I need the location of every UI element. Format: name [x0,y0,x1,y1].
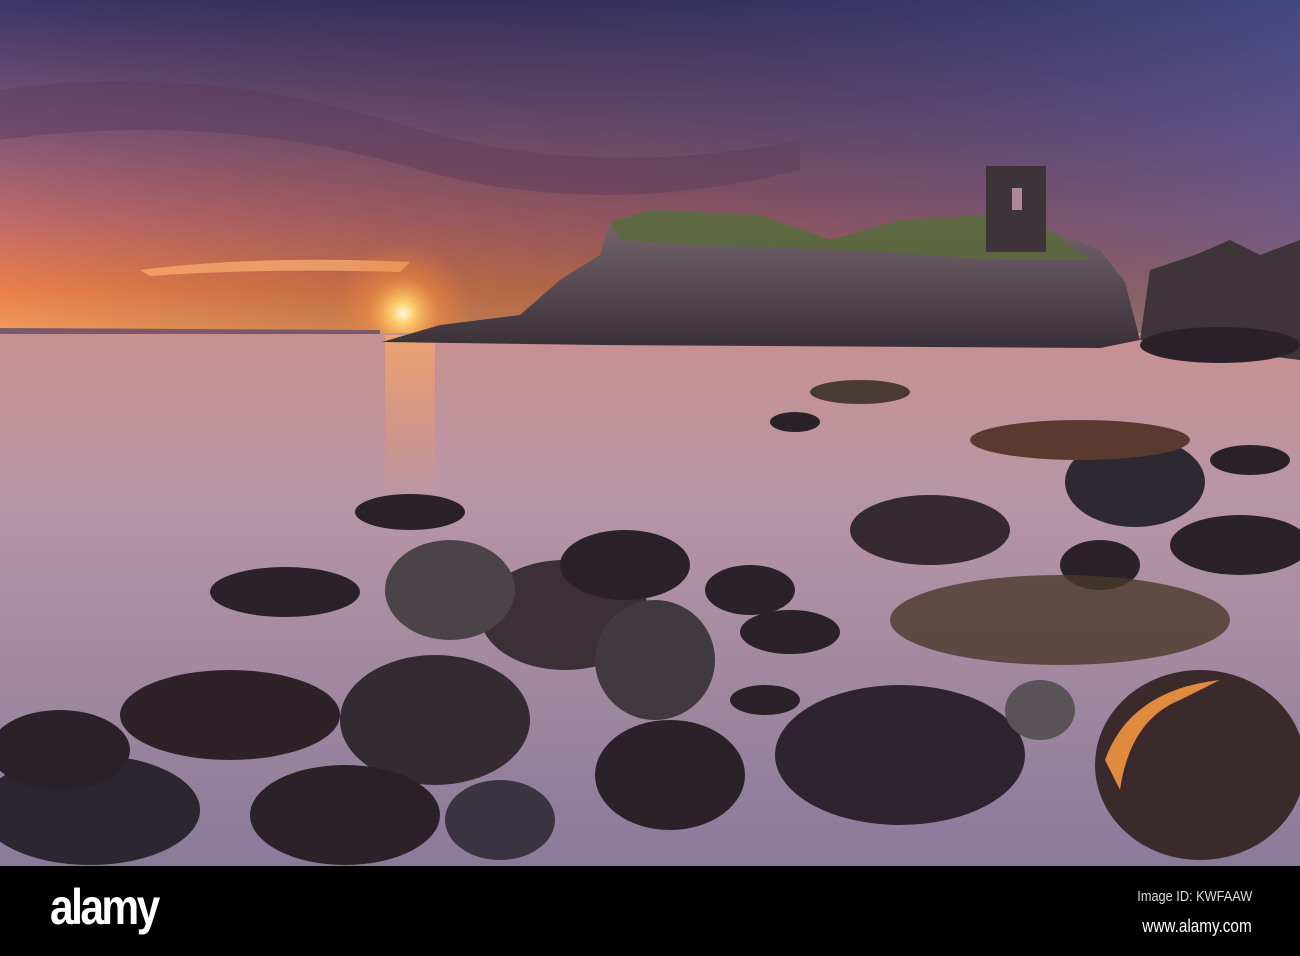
sun-reflection [385,335,435,505]
coastal-sunset-photo [0,0,1300,866]
image-id: Image ID: KWFAAW [1136,888,1252,905]
website-link: www.alamy.com [1142,916,1252,936]
watermark-footer: alamy Image ID: KWFAAW www.alamy.com [0,866,1300,956]
alamy-logo: alamy [50,879,160,935]
